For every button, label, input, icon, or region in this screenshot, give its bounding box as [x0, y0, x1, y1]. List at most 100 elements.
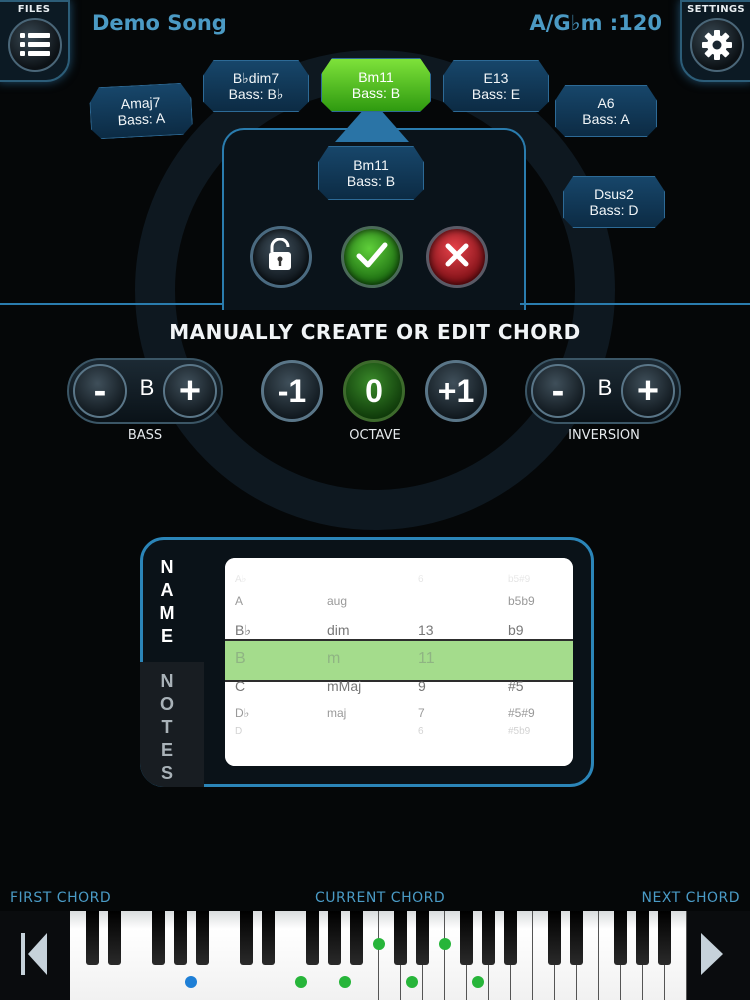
- chord-chip-6[interactable]: Dsus2 Bass: D: [563, 176, 665, 228]
- list-icon: [8, 18, 62, 72]
- lock-button[interactable]: [250, 226, 312, 288]
- chord-bass: Bass: D: [589, 202, 639, 218]
- picker-option[interactable]: B♭: [235, 622, 251, 639]
- tab-letter: N: [160, 671, 174, 691]
- editing-chord-chip: Bm11 Bass: B: [318, 146, 424, 200]
- picker-option[interactable]: C: [235, 678, 245, 694]
- black-key[interactable]: [548, 911, 562, 965]
- next-chord-button[interactable]: [692, 926, 732, 986]
- picker-option[interactable]: D♭: [235, 706, 249, 720]
- picker-option[interactable]: 13: [418, 622, 434, 638]
- picker-option[interactable]: #5#9: [508, 706, 535, 720]
- black-key[interactable]: [107, 911, 121, 965]
- black-key[interactable]: [482, 911, 496, 965]
- tab-letter: M: [159, 603, 175, 623]
- files-label: FILES: [17, 4, 51, 15]
- x-icon: [443, 241, 471, 273]
- confirm-button[interactable]: [341, 226, 403, 288]
- chord-picker-wheel[interactable]: A♭AB♭BCD♭DaugdimmmMajmaj61311976b5#9b5b9…: [225, 558, 573, 766]
- tab-letter: S: [160, 763, 173, 783]
- chord-chip-1[interactable]: Amaj7 Bass: A: [89, 82, 194, 139]
- octave-label: OCTAVE: [349, 428, 401, 443]
- piano-keyboard[interactable]: [70, 911, 687, 1000]
- black-key[interactable]: [394, 911, 408, 965]
- tab-notes[interactable]: NOTES: [137, 670, 197, 785]
- picker-option[interactable]: m: [327, 650, 340, 668]
- bass-minus-button[interactable]: -: [73, 364, 127, 418]
- chord-bass: Bass: E: [471, 86, 521, 102]
- octave-down-button[interactable]: -1: [261, 360, 323, 422]
- inversion-value: B: [597, 375, 613, 400]
- inversion-plus-button[interactable]: +: [621, 364, 675, 418]
- tab-letter: E: [160, 626, 173, 646]
- black-key[interactable]: [239, 911, 253, 965]
- black-key[interactable]: [504, 911, 518, 965]
- next-chord-label[interactable]: NEXT CHORD: [642, 890, 741, 906]
- chord-note-marker: [372, 938, 385, 950]
- cancel-button[interactable]: [426, 226, 488, 288]
- picker-option[interactable]: mMaj: [327, 678, 361, 694]
- editor-frame-lower-left: [222, 240, 224, 304]
- chord-chip-2[interactable]: B♭dim7 Bass: B♭: [203, 60, 309, 112]
- black-key[interactable]: [305, 911, 319, 965]
- gear-icon: [690, 18, 744, 72]
- picker-option[interactable]: maj: [327, 706, 346, 720]
- black-key[interactable]: [636, 911, 650, 965]
- files-button[interactable]: FILES: [0, 0, 70, 82]
- inversion-stepper: - B +: [525, 358, 681, 424]
- octave-up-button[interactable]: +1: [425, 360, 487, 422]
- black-key[interactable]: [658, 911, 672, 965]
- unlock-icon: [266, 237, 296, 276]
- picker-option[interactable]: b9: [508, 622, 524, 638]
- bass-stepper: - B +: [67, 358, 223, 424]
- chord-name: B♭dim7: [232, 70, 280, 86]
- black-key[interactable]: [195, 911, 209, 965]
- first-chord-label[interactable]: FIRST CHORD: [10, 890, 111, 906]
- check-icon: [356, 241, 388, 273]
- tab-letter: A: [160, 580, 174, 600]
- tab-name[interactable]: NAME: [137, 556, 197, 648]
- editor-frame-left-line: [0, 303, 224, 305]
- chord-name: Bm11: [353, 157, 389, 173]
- bass-plus-button[interactable]: +: [163, 364, 217, 418]
- current-chord-label[interactable]: CURRENT CHORD: [315, 890, 445, 906]
- black-key[interactable]: [570, 911, 584, 965]
- black-key[interactable]: [327, 911, 341, 965]
- key-tempo-readout[interactable]: A/G♭m :120: [530, 11, 663, 35]
- picker-option[interactable]: 9: [418, 678, 426, 694]
- chord-note-marker: [405, 976, 418, 988]
- chord-chip-current[interactable]: Bm11 Bass: B: [321, 58, 431, 112]
- black-key[interactable]: [416, 911, 430, 965]
- settings-label: SETTINGS: [687, 4, 745, 15]
- octave-current-button[interactable]: 0: [343, 360, 405, 422]
- tab-letter: O: [159, 694, 174, 714]
- black-key[interactable]: [614, 911, 628, 965]
- chord-bass: Bass: B♭: [228, 86, 284, 102]
- picker-option[interactable]: 7: [418, 706, 425, 720]
- black-key[interactable]: [349, 911, 363, 965]
- song-title[interactable]: Demo Song: [92, 11, 227, 35]
- black-key[interactable]: [151, 911, 165, 965]
- picker-option[interactable]: 11: [418, 650, 435, 668]
- bass-value: B: [139, 375, 155, 400]
- settings-button[interactable]: SETTINGS: [680, 0, 750, 82]
- black-key[interactable]: [85, 911, 99, 965]
- picker-fade-bottom: [225, 726, 573, 766]
- chord-bass: Bass: A: [117, 109, 166, 129]
- chord-name: E13: [483, 70, 509, 86]
- chord-name: A6: [597, 95, 615, 111]
- play-next-icon: [697, 929, 727, 983]
- picker-option[interactable]: #5: [508, 678, 524, 694]
- chord-chip-5[interactable]: A6 Bass: A: [555, 85, 657, 137]
- picker-option[interactable]: dim: [327, 622, 350, 638]
- previous-chord-button[interactable]: [15, 926, 55, 986]
- chord-chip-4[interactable]: E13 Bass: E: [443, 60, 549, 112]
- tab-letter: E: [160, 740, 173, 760]
- inversion-minus-button[interactable]: -: [531, 364, 585, 418]
- picker-option[interactable]: B: [235, 650, 246, 668]
- chord-bass: Bass: A: [582, 111, 630, 127]
- black-key[interactable]: [261, 911, 275, 965]
- black-key[interactable]: [460, 911, 474, 965]
- black-key[interactable]: [173, 911, 187, 965]
- chord-bass: Bass: B: [351, 85, 401, 101]
